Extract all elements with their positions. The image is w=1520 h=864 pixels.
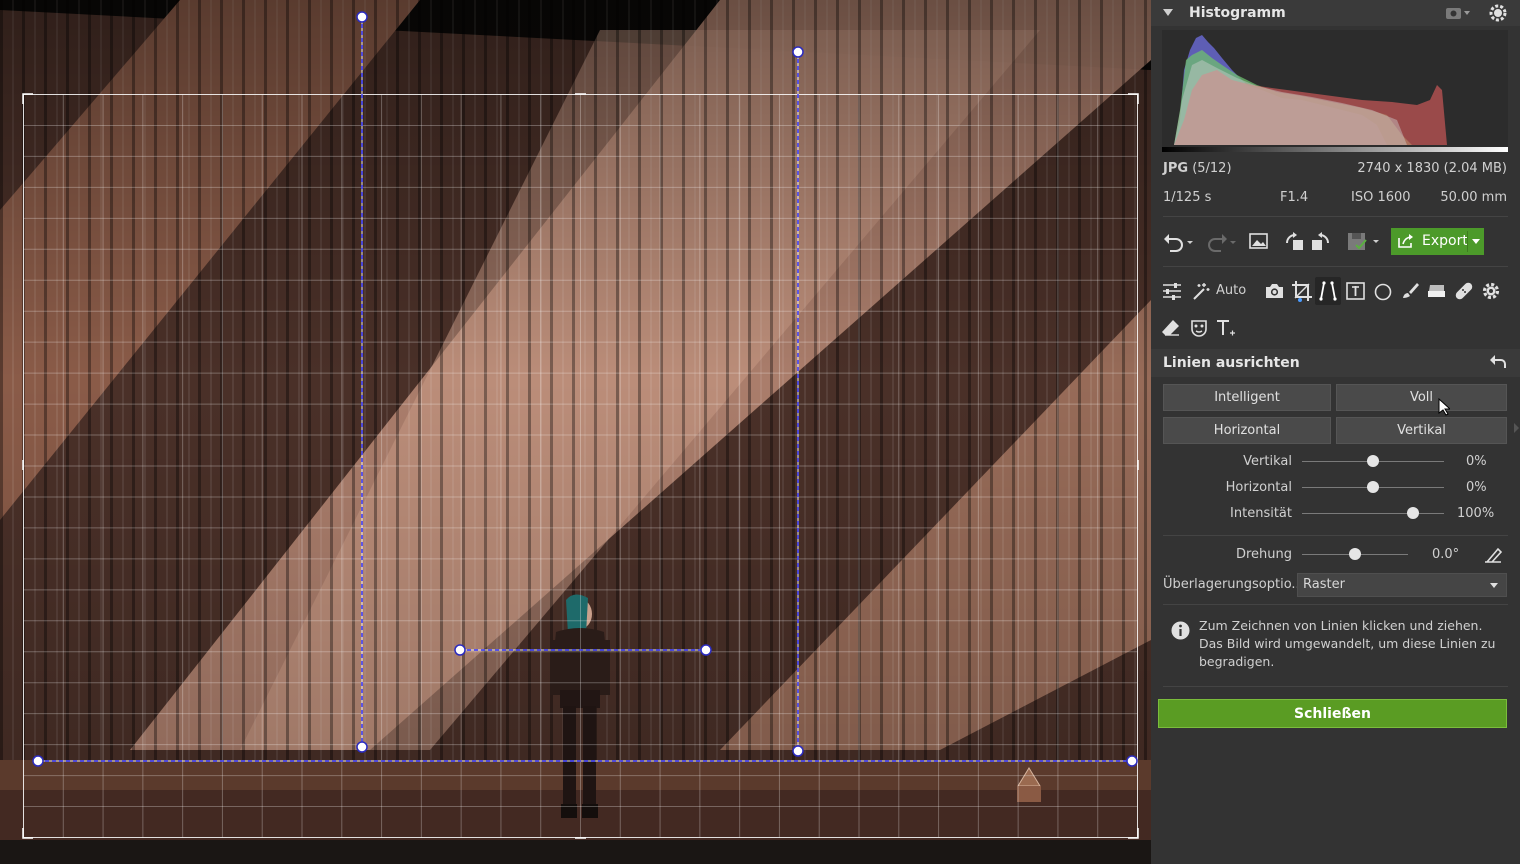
guide-handle [792, 46, 804, 58]
guide-handle [792, 745, 804, 757]
divider [1163, 266, 1508, 267]
slider-knob[interactable] [1407, 507, 1419, 519]
rotate-left-icon[interactable] [1284, 231, 1306, 253]
brush-icon[interactable] [1400, 281, 1420, 301]
undo-icon[interactable] [1161, 231, 1195, 253]
camera-toggle-icon[interactable] [1445, 5, 1471, 21]
overlay-selected: Raster [1303, 577, 1345, 592]
right-panel: Histogramm JPG (5/12) 2740 x 1830 (2.04 … [1151, 0, 1520, 864]
image-icon[interactable] [1249, 231, 1269, 251]
magic-wand-icon[interactable] [1191, 281, 1211, 301]
face-mask-icon[interactable] [1189, 318, 1209, 338]
chevron-down-icon [1490, 583, 1498, 588]
redo-icon[interactable] [1204, 231, 1238, 253]
intelligent-button[interactable]: Intelligent [1163, 384, 1331, 411]
text-box-icon[interactable] [1346, 282, 1366, 300]
panel-edge-arrow[interactable] [1514, 423, 1519, 433]
export-dropdown-divider [1467, 231, 1468, 252]
info-text: Zum Zeichnen von Linien klicken und zieh… [1199, 618, 1496, 669]
slider-value-horizontal: 0% [1466, 480, 1487, 495]
straighten-ruler-icon[interactable] [1483, 545, 1503, 565]
guide-handle [356, 741, 368, 753]
histogram-header[interactable]: Histogramm [1151, 0, 1520, 26]
gear-icon[interactable] [1481, 281, 1501, 301]
histogram-graph [1162, 30, 1508, 152]
crop-icon[interactable] [1291, 280, 1313, 302]
divider [1163, 216, 1508, 217]
adjustments-sliders-icon[interactable] [1162, 282, 1182, 300]
voll-button[interactable]: Voll [1336, 384, 1507, 411]
export-label: Export [1422, 233, 1468, 249]
horizontal-slider[interactable] [1302, 481, 1444, 493]
file-format: JPG [1163, 161, 1189, 176]
perspective-tool-active[interactable] [1315, 277, 1341, 305]
exif-focal: 50.00 mm [1440, 190, 1507, 205]
intensitaet-slider[interactable] [1302, 507, 1444, 519]
drehung-slider[interactable] [1302, 548, 1408, 560]
exif-aperture: F1.4 [1280, 190, 1309, 205]
slider-label-intensitaet: Intensität [1230, 506, 1292, 521]
vertikal-slider[interactable] [1302, 455, 1444, 467]
export-icon [1398, 234, 1413, 248]
overlay-select[interactable]: Raster [1297, 573, 1507, 597]
text-tool-icon[interactable] [1215, 318, 1237, 338]
guide-handle [32, 755, 44, 767]
section-title: Linien ausrichten [1163, 355, 1300, 371]
exif-iso: ISO 1600 [1351, 190, 1411, 205]
guide-handle [1126, 755, 1138, 767]
circle-mask-icon[interactable] [1373, 282, 1393, 302]
histogram-title: Histogramm [1189, 5, 1286, 21]
guide-lines[interactable] [0, 0, 1151, 864]
divider [1163, 604, 1508, 605]
rotate-right-icon[interactable] [1309, 231, 1331, 253]
bandage-icon[interactable] [1453, 280, 1475, 302]
vertikal-button[interactable]: Vertikal [1336, 417, 1507, 444]
eraser-icon[interactable] [1161, 318, 1181, 338]
section-header: Linien ausrichten [1151, 349, 1520, 377]
divider [1163, 535, 1508, 536]
collapse-triangle-icon[interactable] [1163, 9, 1173, 16]
exif-shutter: 1/125 s [1163, 190, 1212, 205]
image-canvas[interactable] [0, 0, 1151, 864]
guide-handle [356, 11, 368, 23]
save-icon[interactable] [1346, 230, 1382, 254]
camera-icon[interactable] [1264, 282, 1285, 300]
overlay-label: Überlagerungsoptio... [1163, 577, 1304, 592]
slider-knob[interactable] [1367, 481, 1379, 493]
file-index: (5/12) [1192, 161, 1232, 176]
slider-label-horizontal: Horizontal [1225, 480, 1292, 495]
slider-knob[interactable] [1349, 548, 1361, 560]
mouse-cursor-icon [1438, 398, 1450, 416]
slider-knob[interactable] [1367, 455, 1379, 467]
horizontal-button[interactable]: Horizontal [1163, 417, 1331, 444]
guide-handle [454, 644, 466, 656]
slider-value-drehung: 0.0° [1432, 547, 1460, 562]
slider-value-intensitaet: 100% [1457, 506, 1495, 521]
export-button[interactable]: Export [1391, 228, 1484, 255]
reset-arrow-icon[interactable] [1489, 354, 1507, 370]
close-button[interactable]: Schließen [1158, 699, 1507, 728]
gradient-icon[interactable] [1427, 282, 1447, 300]
perspective-lines-icon [1319, 281, 1337, 301]
guide-handle [700, 644, 712, 656]
settings-gear-icon[interactable] [1488, 3, 1508, 23]
slider-label-drehung: Drehung [1235, 547, 1292, 562]
auto-label[interactable]: Auto [1216, 283, 1246, 298]
slider-value-vertikal: 0% [1466, 454, 1487, 469]
divider [1163, 686, 1508, 687]
file-dimensions: 2740 x 1830 (2.04 MB) [1357, 161, 1507, 176]
chevron-down-icon[interactable] [1471, 238, 1481, 245]
slider-label-vertikal: Vertikal [1243, 454, 1292, 469]
info-icon [1171, 621, 1190, 640]
